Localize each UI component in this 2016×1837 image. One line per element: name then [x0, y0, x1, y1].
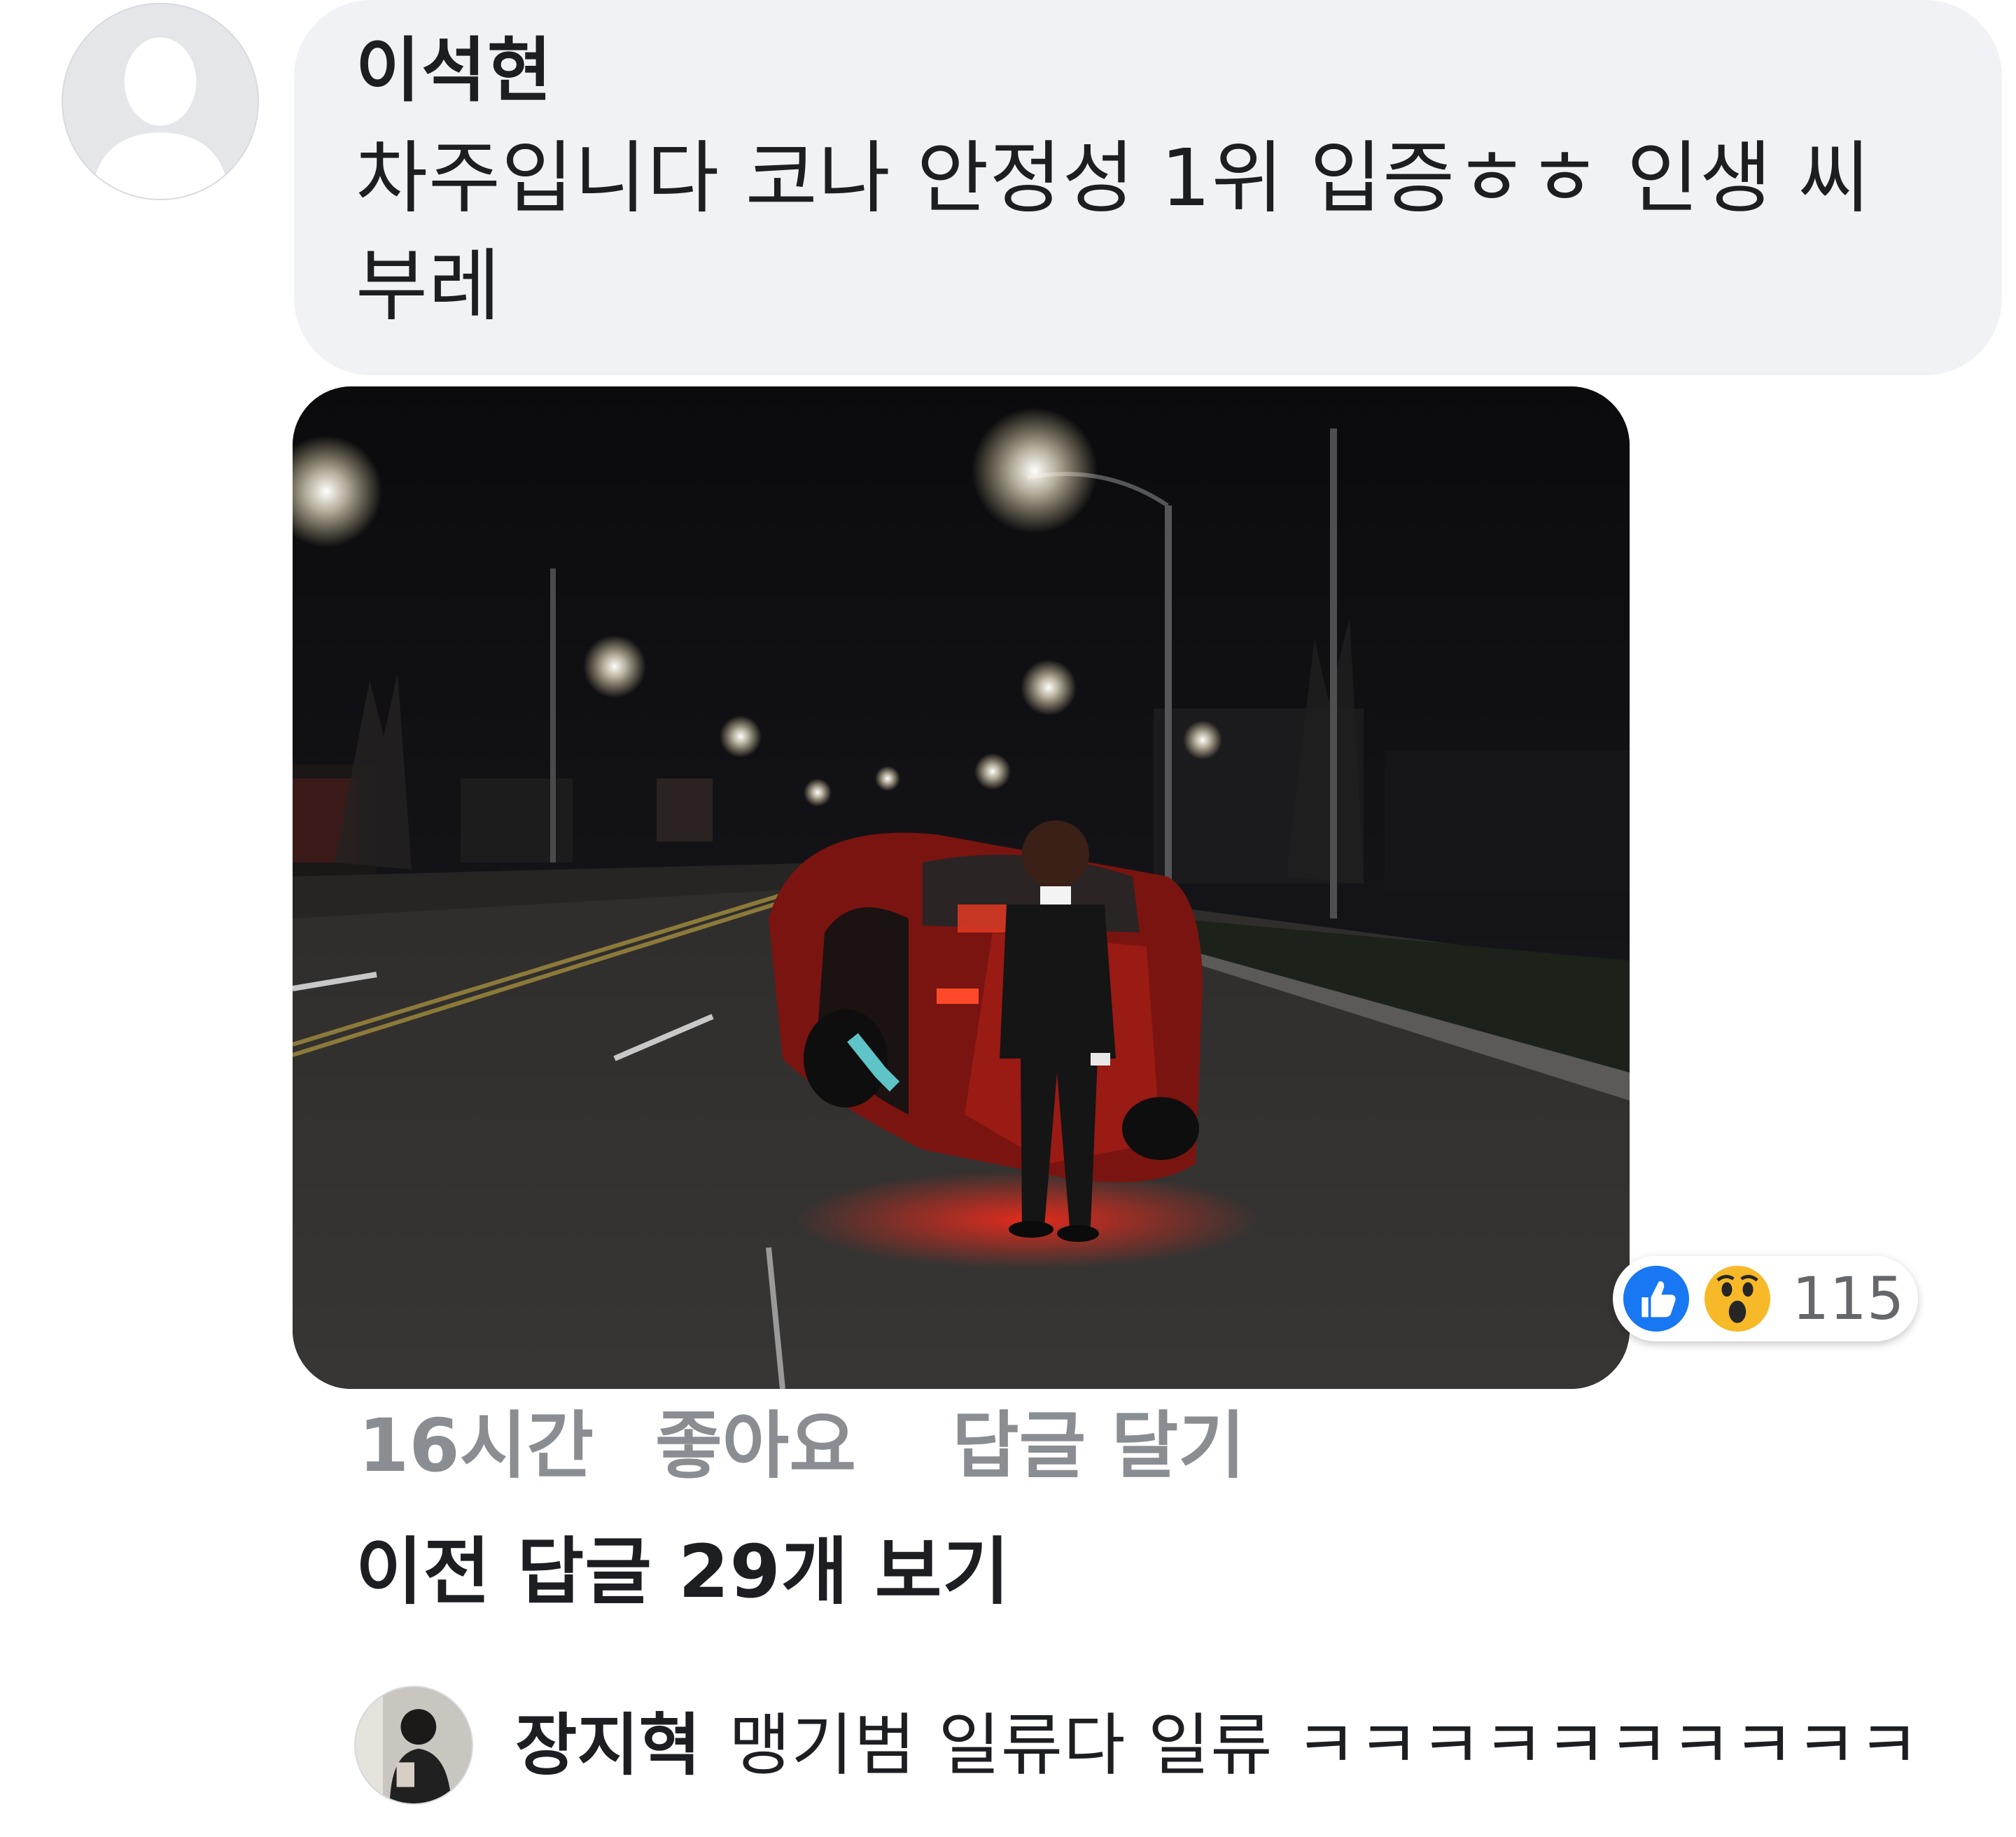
- reply-author-avatar[interactable]: [354, 1686, 473, 1805]
- commenter-avatar[interactable]: [62, 3, 259, 200]
- default-profile-silhouette-icon: [63, 4, 258, 199]
- comment-photo[interactable]: [293, 386, 1630, 1389]
- comment-text: 차주입니다 코나 안정성 1위 입증ㅎㅎ 인생 씨부레: [356, 133, 1871, 332]
- reply-author-name[interactable]: 장지혁: [515, 1706, 701, 1784]
- like-button[interactable]: 좋아요: [655, 1400, 856, 1491]
- reply-text: 맹기범 일류다 일류 ㅋㅋㅋㅋㅋㅋㅋㅋㅋㅋ: [728, 1706, 1921, 1784]
- reaction-summary[interactable]: 115: [1613, 1256, 1918, 1341]
- like-icon: [1620, 1262, 1693, 1335]
- comment-timestamp[interactable]: 16시간: [358, 1400, 594, 1491]
- accident-scene-image: [293, 386, 1630, 1389]
- reply-avatar-photo: [356, 1687, 472, 1803]
- comment-thread: 이석현 차주입니다 코나 안정성 1위 입증ㅎㅎ 인생 씨부레 115 16시간…: [0, 0, 2016, 1837]
- reaction-count: 115: [1792, 1264, 1905, 1333]
- view-previous-replies-link[interactable]: 이전 답글 29개 보기: [356, 1526, 1010, 1617]
- comment-author-name[interactable]: 이석현: [356, 25, 1939, 116]
- comment-bubble: 이석현 차주입니다 코나 안정성 1위 입증ㅎㅎ 인생 씨부레: [294, 0, 2002, 375]
- reply-line: 장지혁 맹기범 일류다 일류 ㅋㅋㅋㅋㅋㅋㅋㅋㅋㅋ: [515, 1700, 1920, 1791]
- reply-button[interactable]: 답글 달기: [952, 1400, 1245, 1491]
- wow-icon: [1701, 1262, 1774, 1335]
